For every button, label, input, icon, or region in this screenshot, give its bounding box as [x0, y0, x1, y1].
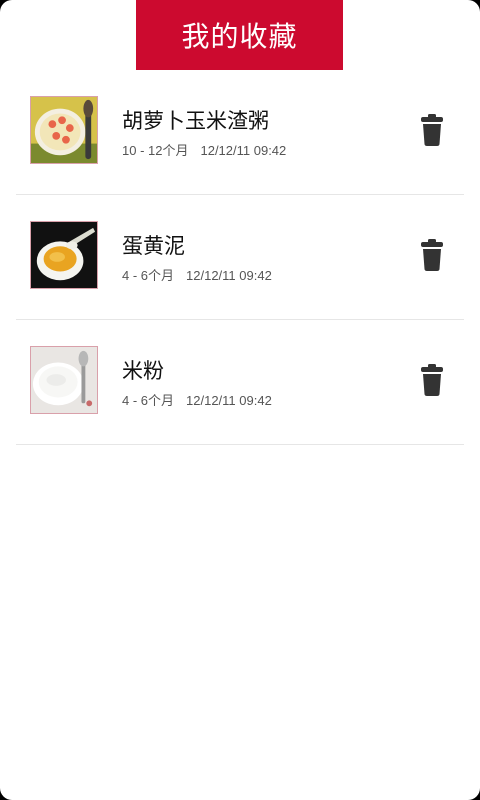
item-name: 蛋黄泥	[122, 234, 185, 258]
trash-icon[interactable]	[420, 114, 444, 146]
carrot-corn-porridge-thumbnail	[30, 96, 98, 164]
item-date: 12/12/11 09:42	[200, 143, 287, 158]
egg-yolk-puree-thumbnail	[30, 221, 98, 289]
item-age-range: 4 - 6个月	[122, 393, 175, 408]
item-meta: 10 - 12个月 12/12/11 09:42	[122, 140, 286, 159]
item-meta: 4 - 6个月 12/12/11 09:42	[122, 390, 272, 409]
item-date: 12/12/11 09:42	[186, 393, 272, 408]
item-name: 胡萝卜玉米渣粥	[122, 109, 269, 133]
trash-icon[interactable]	[420, 364, 444, 396]
list-item[interactable]: 蛋黄泥 4 - 6个月 12/12/11 09:42	[16, 195, 464, 320]
item-date: 12/12/11 09:42	[186, 268, 272, 283]
header-title-bar: 我的收藏	[136, 0, 343, 70]
trash-icon[interactable]	[420, 239, 444, 271]
list-item[interactable]: 米粉 4 - 6个月 12/12/11 09:42	[16, 320, 464, 445]
list-item[interactable]: 胡萝卜玉米渣粥 10 - 12个月 12/12/11 09:42	[16, 70, 464, 195]
rice-cereal-thumbnail	[30, 346, 98, 414]
item-age-range: 10 - 12个月	[122, 143, 189, 158]
item-age-range: 4 - 6个月	[122, 268, 175, 283]
favorites-screen: 我的收藏 胡萝卜玉米渣粥 10 - 12个月 12/12/11 09:42 蛋黄…	[0, 0, 480, 800]
page-title: 我的收藏	[181, 20, 298, 53]
item-name: 米粉	[122, 359, 164, 383]
favorites-list: 胡萝卜玉米渣粥 10 - 12个月 12/12/11 09:42 蛋黄泥 4 -…	[0, 70, 480, 445]
item-meta: 4 - 6个月 12/12/11 09:42	[122, 265, 272, 284]
